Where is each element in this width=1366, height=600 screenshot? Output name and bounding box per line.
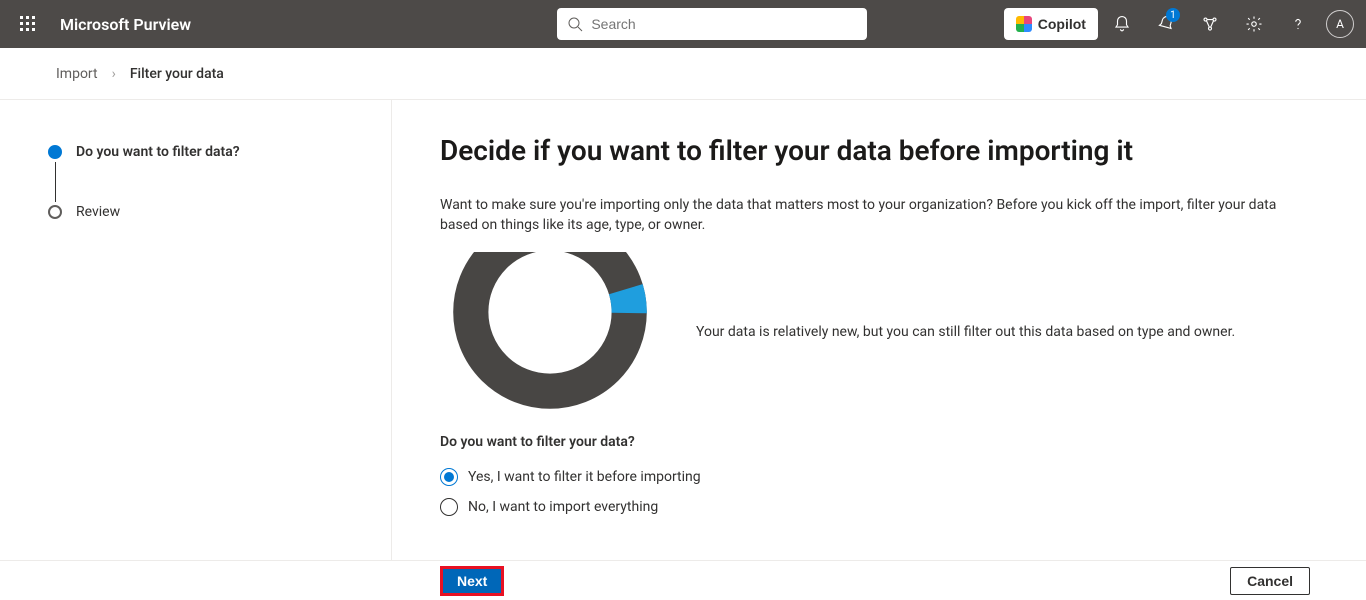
- step-indicator-icon: [48, 205, 62, 219]
- breadcrumb: Import › Filter your data: [0, 48, 1366, 100]
- top-bar: Microsoft Purview Copilot 1 A: [0, 0, 1366, 48]
- radio-option-yes[interactable]: Yes, I want to filter it before importin…: [440, 468, 1334, 486]
- step-label: Review: [76, 204, 120, 220]
- avatar-initial: A: [1336, 17, 1344, 31]
- chart-note: Your data is relatively new, but you can…: [696, 324, 1334, 340]
- radio-icon: [440, 498, 458, 516]
- search-box[interactable]: [557, 8, 867, 40]
- filter-question: Do you want to filter your data?: [440, 434, 1334, 450]
- page-description: Want to make sure you're importing only …: [440, 195, 1310, 236]
- page-title: Decide if you want to filter your data b…: [440, 134, 1334, 167]
- copilot-button[interactable]: Copilot: [1004, 8, 1098, 40]
- search-wrap: [557, 8, 867, 40]
- wizard-step-review[interactable]: Review: [48, 204, 391, 220]
- notification-bell-icon[interactable]: [1102, 4, 1142, 44]
- avatar[interactable]: A: [1326, 10, 1354, 38]
- radio-label: No, I want to import everything: [468, 499, 658, 515]
- data-age-donut-chart: [440, 252, 660, 412]
- gear-icon[interactable]: [1234, 4, 1274, 44]
- copilot-icon: [1016, 16, 1032, 32]
- radio-option-no[interactable]: No, I want to import everything: [440, 498, 1334, 516]
- wizard-footer: Next Cancel: [0, 560, 1366, 600]
- chevron-right-icon: ›: [112, 66, 116, 82]
- radio-icon: [440, 468, 458, 486]
- connections-icon[interactable]: [1190, 4, 1230, 44]
- badge-count: 1: [1166, 8, 1180, 22]
- breadcrumb-item-current: Filter your data: [130, 66, 224, 82]
- body-wrap: Do you want to filter data? Review Decid…: [0, 100, 1366, 560]
- breadcrumb-item-import[interactable]: Import: [56, 66, 98, 82]
- step-connector: [55, 162, 56, 202]
- wizard-steps-sidebar: Do you want to filter data? Review: [0, 100, 392, 560]
- wizard-step-filter[interactable]: Do you want to filter data?: [48, 144, 391, 160]
- chart-row: Your data is relatively new, but you can…: [440, 252, 1334, 412]
- topbar-right: Copilot 1 A: [1004, 4, 1354, 44]
- radio-label: Yes, I want to filter it before importin…: [468, 469, 701, 485]
- search-input[interactable]: [591, 16, 857, 32]
- help-icon[interactable]: [1278, 4, 1318, 44]
- copilot-label: Copilot: [1038, 16, 1086, 32]
- app-title: Microsoft Purview: [60, 15, 191, 34]
- step-indicator-icon: [48, 145, 62, 159]
- search-icon: [567, 16, 583, 32]
- task-bell-icon[interactable]: 1: [1146, 4, 1186, 44]
- next-button[interactable]: Next: [440, 566, 504, 596]
- main-content: Decide if you want to filter your data b…: [392, 100, 1366, 560]
- cancel-button[interactable]: Cancel: [1230, 567, 1310, 595]
- app-launcher-icon[interactable]: [12, 8, 44, 40]
- step-label: Do you want to filter data?: [76, 144, 240, 160]
